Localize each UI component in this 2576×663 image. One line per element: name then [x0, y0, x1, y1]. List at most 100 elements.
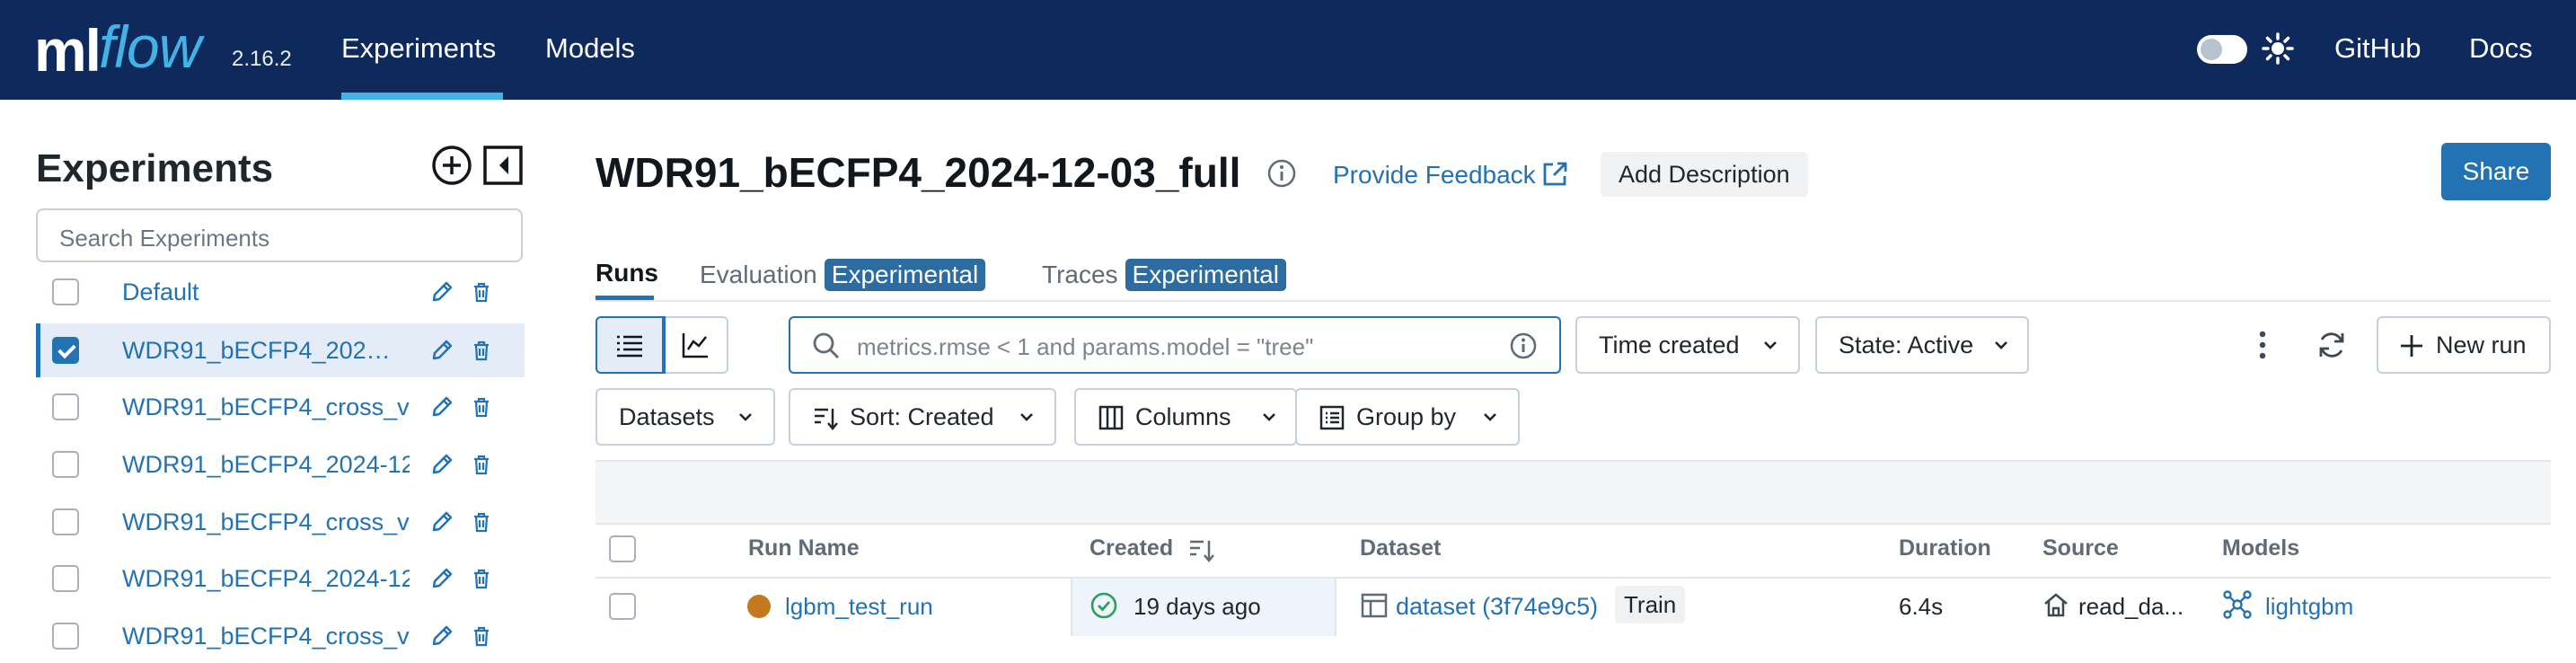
add-description-button[interactable]: Add Description	[1601, 152, 1808, 197]
experiment-row[interactable]: WDR91_bECFP4_cross_validation	[36, 380, 525, 434]
chevron-down-icon	[1020, 413, 1033, 421]
state-label: State: Active	[1839, 332, 1974, 358]
column-header-duration[interactable]: Duration	[1899, 535, 1991, 561]
nav-docs[interactable]: Docs	[2469, 32, 2533, 65]
selected-indicator	[36, 323, 40, 377]
experiment-name[interactable]: WDR91_bECFP4_cross_validation	[122, 623, 410, 650]
column-header-source[interactable]: Source	[2042, 535, 2119, 561]
column-header-dataset[interactable]: Dataset	[1360, 535, 1441, 561]
time-created-dropdown[interactable]: Time created	[1575, 316, 1800, 374]
sort-label: Sort: Created	[850, 403, 994, 430]
experiment-checkbox[interactable]	[52, 451, 79, 478]
experiment-checkbox[interactable]	[52, 508, 79, 535]
delete-icon[interactable]	[468, 508, 495, 535]
nav-experiments[interactable]: Experiments	[341, 32, 496, 65]
tab-evaluation-label: Evaluation	[700, 261, 817, 288]
delete-icon[interactable]	[468, 451, 495, 478]
new-run-button[interactable]: New run	[2377, 316, 2551, 374]
delete-icon[interactable]	[468, 337, 495, 364]
datasets-dropdown[interactable]: Datasets	[595, 388, 775, 446]
columns-dropdown[interactable]: Columns	[1074, 388, 1297, 446]
experiment-checkbox[interactable]	[52, 278, 79, 305]
column-header-created[interactable]: Created	[1090, 535, 1173, 561]
experiment-row-selected[interactable]: WDR91_bECFP4_2024-12-03_full	[36, 323, 525, 377]
nav-active-indicator	[341, 93, 503, 100]
provide-feedback-link[interactable]: Provide Feedback	[1333, 161, 1536, 190]
column-header-run-name[interactable]: Run Name	[748, 535, 860, 561]
delete-icon[interactable]	[468, 623, 495, 650]
share-button[interactable]: Share	[2441, 143, 2551, 200]
edit-icon[interactable]	[428, 508, 455, 535]
experimental-badge: Experimental	[1125, 259, 1286, 291]
experiment-name[interactable]: WDR91_bECFP4_2024-12-03	[122, 451, 410, 479]
sort-dropdown[interactable]: Sort: Created	[789, 388, 1056, 446]
experiment-name[interactable]: WDR91_bECFP4_cross_validation	[122, 393, 410, 421]
experiment-row[interactable]: WDR91_bECFP4_cross_validation	[36, 495, 525, 549]
version-label: 2.16.2	[232, 47, 292, 71]
edit-icon[interactable]	[428, 278, 455, 305]
chevron-down-icon	[1263, 413, 1275, 421]
sort-descending-icon[interactable]	[1187, 535, 1216, 564]
group-by-dropdown[interactable]: Group by	[1295, 388, 1520, 446]
experiment-name[interactable]: WDR91_bECFP4_cross_validation	[122, 508, 410, 536]
run-color-dot[interactable]	[747, 595, 771, 618]
experiment-row[interactable]: WDR91_bECFP4_cross_validation	[36, 609, 525, 663]
row-checkbox[interactable]	[609, 593, 636, 620]
nav-models[interactable]: Models	[545, 32, 635, 65]
refresh-icon[interactable]	[2316, 329, 2348, 361]
chart-view-icon[interactable]	[680, 330, 710, 360]
tab-runs[interactable]: Runs	[595, 259, 658, 287]
experiment-row[interactable]: WDR91_bECFP4_2024-12-03	[36, 438, 525, 491]
view-toggle	[595, 316, 728, 374]
table-header-divider	[595, 577, 2551, 579]
edit-icon[interactable]	[428, 623, 455, 650]
tab-evaluation[interactable]: Evaluation Experimental	[700, 259, 986, 291]
success-check-icon	[1090, 592, 1117, 619]
edit-icon[interactable]	[428, 451, 455, 478]
edit-icon[interactable]	[428, 393, 455, 420]
delete-icon[interactable]	[468, 278, 495, 305]
list-view-button[interactable]	[595, 316, 666, 374]
external-link-icon[interactable]	[1540, 160, 1569, 189]
plus-icon	[2401, 335, 2422, 357]
edit-icon[interactable]	[428, 337, 455, 364]
info-icon[interactable]	[1266, 158, 1297, 189]
run-filter-input[interactable]: metrics.rmse < 1 and params.model = "tre…	[789, 316, 1561, 374]
search-experiments-input[interactable]: Search Experiments	[36, 208, 523, 262]
experiment-name[interactable]: WDR91_bECFP4_2024-12-03_full	[122, 337, 392, 365]
experiment-checkbox[interactable]	[52, 565, 79, 592]
experiment-checkbox[interactable]	[52, 623, 79, 650]
experiment-checkbox[interactable]	[52, 393, 79, 420]
experiment-row[interactable]: WDR91_bECFP4_2024-12-03	[36, 552, 525, 606]
more-options-icon[interactable]	[2249, 329, 2276, 361]
experiment-row[interactable]: Default	[36, 265, 525, 319]
info-icon[interactable]	[1509, 332, 1538, 360]
tab-traces[interactable]: Traces Experimental	[1042, 259, 1286, 291]
state-dropdown[interactable]: State: Active	[1815, 316, 2029, 374]
sort-icon	[815, 408, 838, 430]
page-title: WDR91_bECFP4_2024-12-03_full	[595, 149, 1241, 196]
experiment-name[interactable]: Default	[122, 278, 410, 306]
delete-icon[interactable]	[468, 565, 495, 592]
top-nav: ml flow 2.16.2 Experiments Models GitHub…	[0, 0, 2576, 100]
collapse-sidebar-icon[interactable]	[481, 144, 525, 187]
experiment-name[interactable]: WDR91_bECFP4_2024-12-03	[122, 565, 410, 593]
chevron-down-icon	[739, 413, 752, 421]
add-experiment-icon[interactable]	[430, 144, 473, 187]
model-link[interactable]: lightgbm	[2265, 593, 2353, 621]
run-name-link[interactable]: lgbm_test_run	[785, 593, 933, 621]
delete-icon[interactable]	[468, 393, 495, 420]
column-header-models[interactable]: Models	[2222, 535, 2299, 561]
logo-ml: ml	[34, 17, 101, 84]
chevron-down-icon	[1484, 413, 1496, 421]
edit-icon[interactable]	[428, 565, 455, 592]
select-all-checkbox[interactable]	[609, 535, 636, 562]
nav-github[interactable]: GitHub	[2334, 32, 2421, 65]
dataset-link[interactable]: dataset (3f74e9c5)	[1396, 593, 1598, 621]
dataset-context-tag: Train	[1615, 586, 1686, 623]
created-value[interactable]: 19 days ago	[1134, 593, 1261, 621]
experiment-checkbox[interactable]	[52, 337, 79, 364]
sun-icon	[2262, 32, 2294, 65]
source-value[interactable]: read_da...	[2078, 593, 2183, 621]
theme-toggle[interactable]	[2197, 35, 2247, 64]
